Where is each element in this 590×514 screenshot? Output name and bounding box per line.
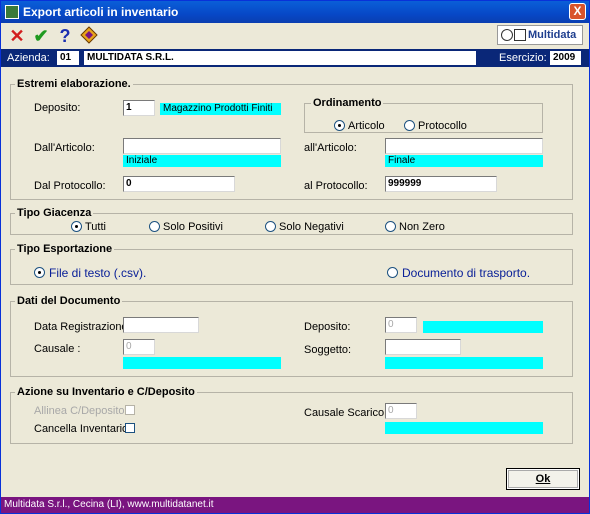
help-icon[interactable]: ? — [55, 26, 75, 46]
al-protocollo-input[interactable]: 999999 — [385, 176, 497, 192]
causale-label: Causale : — [34, 343, 81, 355]
deposito-label: Deposito: — [34, 102, 81, 114]
cancel-icon[interactable]: ✕ — [7, 26, 27, 46]
ordinamento-title: Ordinamento — [311, 97, 384, 109]
window-title: Export articoli in inventario — [23, 5, 179, 19]
esercizio-label: Esercizio: — [499, 52, 547, 64]
cancella-label: Cancella Inventario: — [34, 423, 132, 435]
dall-articolo-input[interactable] — [123, 138, 281, 154]
dall-articolo-label: Dall'Articolo: — [34, 142, 95, 154]
status-bar: Multidata S.r.l., Cecina (LI), www.multi… — [1, 497, 589, 513]
documento-title: Dati del Documento — [15, 295, 123, 307]
causale-scarico-input[interactable]: 0 — [385, 403, 417, 419]
esportazione-csv-label: File di testo (.csv). — [49, 266, 147, 280]
logo-text: Multidata — [528, 29, 577, 41]
soggetto-description — [385, 357, 543, 369]
title-bar: Export articoli in inventario X — [1, 1, 589, 23]
causale-scarico-label: Causale Scarico: — [304, 407, 388, 419]
soggetto-input[interactable] — [385, 339, 461, 355]
causale-description — [123, 357, 281, 369]
all-articolo-description: Finale — [385, 155, 543, 167]
causale-input[interactable]: 0 — [123, 339, 155, 355]
dall-articolo-description: Iniziale — [123, 155, 281, 167]
confirm-icon[interactable]: ✔ — [31, 26, 51, 46]
giacenza-nonzero-label: Non Zero — [399, 221, 445, 233]
giacenza-positivi-label: Solo Positivi — [163, 221, 223, 233]
esportazione-title: Tipo Esportazione — [15, 243, 115, 255]
data-registrazione-label: Data Registrazione: — [34, 321, 131, 333]
estremi-title: Estremi elaborazione. — [15, 78, 133, 90]
azione-group — [10, 392, 573, 444]
esportazione-ddt-radio[interactable] — [387, 267, 398, 278]
dal-protocollo-input[interactable]: 0 — [123, 176, 235, 192]
al-protocollo-label: al Protocollo: — [304, 180, 368, 192]
giacenza-title: Tipo Giacenza — [15, 207, 94, 219]
ordinamento-articolo-radio[interactable] — [334, 120, 345, 131]
all-articolo-label: all'Articolo: — [304, 142, 357, 154]
deposito-description: Magazzino Prodotti Finiti — [160, 103, 281, 115]
giacenza-positivi-radio[interactable] — [149, 221, 160, 232]
azienda-name: MULTIDATA S.R.L. — [84, 51, 476, 65]
documento-deposito-label: Deposito: — [304, 321, 351, 333]
documento-deposito-description — [423, 321, 543, 333]
cancella-checkbox[interactable] — [125, 423, 135, 433]
company-bar: Azienda: 01 MULTIDATA S.R.L. Esercizio: … — [1, 49, 589, 67]
data-registrazione-input[interactable] — [123, 317, 199, 333]
tools-icon[interactable] — [79, 26, 99, 46]
export-window: Export articoli in inventario X ✕ ✔ ? Mu… — [0, 0, 590, 514]
giacenza-negativi-label: Solo Negativi — [279, 221, 344, 233]
multidata-logo: Multidata — [497, 25, 583, 45]
deposito-input[interactable]: 1 — [123, 100, 155, 116]
close-button[interactable]: X — [569, 3, 586, 20]
allinea-checkbox[interactable] — [125, 405, 135, 415]
ordinamento-articolo-label: Articolo — [348, 120, 385, 132]
app-icon — [5, 5, 19, 19]
ordinamento-protocollo-radio[interactable] — [404, 120, 415, 131]
azienda-label: Azienda: — [7, 52, 50, 64]
all-articolo-input[interactable] — [385, 138, 543, 154]
giacenza-tutti-radio[interactable] — [71, 221, 82, 232]
ordinamento-protocollo-label: Protocollo — [418, 120, 467, 132]
soggetto-label: Soggetto: — [304, 344, 352, 356]
tools-diamond-icon — [80, 26, 98, 44]
toolbar: ✕ ✔ ? Multidata — [1, 23, 589, 49]
documento-deposito-input[interactable]: 0 — [385, 317, 417, 333]
esercizio-value: 2009 — [550, 51, 581, 65]
esportazione-ddt-label: Documento di trasporto. — [402, 266, 531, 280]
azione-title: Azione su Inventario e C/Deposito — [15, 386, 197, 398]
esportazione-csv-radio[interactable] — [34, 267, 45, 278]
azienda-code: 01 — [57, 51, 79, 65]
giacenza-tutti-label: Tutti — [85, 221, 106, 233]
giacenza-nonzero-radio[interactable] — [385, 221, 396, 232]
causale-scarico-description — [385, 422, 543, 434]
allinea-label: Allinea C/Deposito: — [34, 405, 128, 417]
ok-button[interactable]: Ok — [506, 468, 580, 490]
logo-square-icon — [514, 29, 526, 41]
giacenza-negativi-radio[interactable] — [265, 221, 276, 232]
logo-circle-icon — [501, 29, 513, 41]
dal-protocollo-label: Dal Protocollo: — [34, 180, 106, 192]
